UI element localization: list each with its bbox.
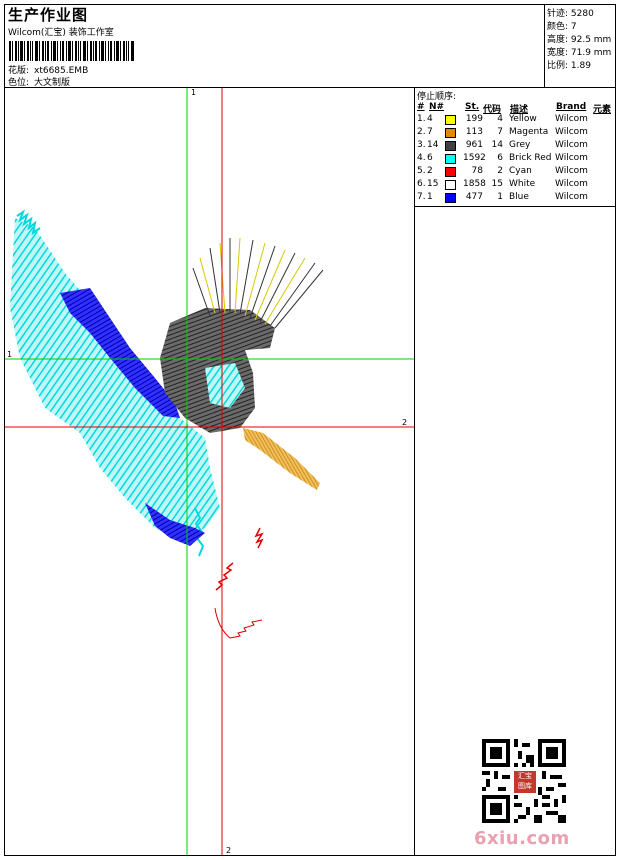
- color-swatch: [445, 115, 456, 125]
- table-row: 2. 7 113 7 Magenta Wilcom: [415, 127, 615, 140]
- table-row: 6. 15 1858 15 White Wilcom: [415, 179, 615, 192]
- red-thread-mark-1: [254, 527, 264, 549]
- cell-index: 1.: [417, 114, 426, 124]
- table-row: 1. 4 199 4 Yellow Wilcom: [415, 114, 615, 127]
- cell-n: 14: [427, 140, 439, 150]
- design-stats: 针迹: 5280 颜色: 7 高度: 92.5 mm 宽度: 71.9 mm 比…: [545, 5, 615, 88]
- stat-height: 高度: 92.5 mm: [547, 35, 612, 45]
- cell-n: 2: [427, 166, 433, 176]
- table-divider: [415, 206, 615, 207]
- embroidery-preview: [5, 88, 414, 855]
- cell-brand: Wilcom: [555, 140, 588, 150]
- cell-n: 1: [427, 192, 433, 202]
- cell-desc: Grey: [509, 140, 531, 150]
- color-swatch: [445, 167, 456, 177]
- company-name: Wilcom(汇宝) 装饰工作室: [8, 28, 114, 38]
- design-canvas[interactable]: 1 1 2 2: [5, 88, 415, 855]
- beak-orange: [243, 428, 320, 490]
- col-header-n: N#: [429, 102, 445, 112]
- col-header-stitches: St.: [465, 102, 480, 112]
- cell-code: 2: [497, 166, 503, 176]
- cell-code: 15: [491, 179, 503, 189]
- cell-index: 2.: [417, 127, 426, 137]
- cell-stitches: 477: [465, 192, 483, 202]
- cell-brand: Wilcom: [555, 127, 588, 137]
- cell-n: 6: [427, 153, 433, 163]
- stat-colors: 颜色: 7: [547, 22, 577, 32]
- colorway-label: 色位:: [8, 78, 30, 88]
- page-title: 生产作业图: [8, 6, 89, 24]
- cell-desc: Brick Red: [509, 153, 552, 163]
- cell-code: 1: [497, 192, 503, 202]
- cell-index: 3.: [417, 140, 426, 150]
- table-row: 5. 2 78 2 Cyan Wilcom: [415, 166, 615, 179]
- color-swatch: [445, 154, 456, 164]
- cell-code: 6: [497, 153, 503, 163]
- cell-brand: Wilcom: [555, 166, 588, 176]
- colorway: 色位: 大文制版: [8, 75, 70, 88]
- cell-desc: Magenta: [509, 127, 549, 137]
- cell-stitches: 113: [465, 127, 483, 137]
- cell-stitches: 1592: [463, 153, 486, 163]
- cell-n: 15: [427, 179, 439, 189]
- green-h-axis-label: 1: [7, 350, 13, 359]
- stat-ratio: 比例: 1.89: [547, 61, 591, 71]
- cell-code: 7: [497, 127, 503, 137]
- cell-brand: Wilcom: [555, 192, 588, 202]
- cell-brand: Wilcom: [555, 153, 588, 163]
- cell-n: 4: [427, 114, 433, 124]
- cell-desc: Yellow: [509, 114, 537, 124]
- stat-width: 宽度: 71.9 mm: [547, 48, 612, 58]
- qr-logo-badge: 汇宝 图库: [512, 769, 538, 795]
- cell-index: 7.: [417, 192, 426, 202]
- col-header-index: #: [417, 102, 425, 112]
- stat-stitches: 针迹: 5280: [547, 9, 594, 19]
- cell-stitches: 78: [471, 166, 483, 176]
- cell-index: 4.: [417, 153, 426, 163]
- cell-stitches: 1858: [463, 179, 486, 189]
- cell-desc: White: [509, 179, 536, 189]
- cell-code: 14: [491, 140, 503, 150]
- color-swatch: [445, 141, 456, 151]
- cell-brand: Wilcom: [555, 114, 588, 124]
- red-v-axis-label: 2: [226, 846, 232, 855]
- cell-brand: Wilcom: [555, 179, 588, 189]
- watermark-brand: 6xiu.com: [474, 828, 570, 849]
- cell-code: 4: [497, 114, 503, 124]
- barcode-image: [9, 41, 134, 61]
- green-v-axis-label: 1: [191, 88, 197, 97]
- cell-index: 6.: [417, 179, 426, 189]
- cell-desc: Blue: [509, 192, 529, 202]
- color-swatch: [445, 180, 456, 190]
- red-thread-mark-2: [215, 562, 234, 591]
- stop-sequence-panel: 停止顺序: # N# St. 代码 描述 Brand 元素 1. 4 199 4 Yel…: [415, 88, 615, 855]
- color-swatch: [445, 193, 456, 203]
- cell-desc: Cyan: [509, 166, 532, 176]
- cell-stitches: 199: [465, 114, 483, 124]
- col-header-brand: Brand: [556, 102, 587, 112]
- cell-stitches: 961: [465, 140, 483, 150]
- red-h-axis-label: 2: [402, 418, 408, 427]
- table-row: 4. 6 1592 6 Brick Red Wilcom: [415, 153, 615, 166]
- color-swatch: [445, 128, 456, 138]
- cell-index: 5.: [417, 166, 426, 176]
- cell-n: 7: [427, 127, 433, 137]
- table-row: 7. 1 477 1 Blue Wilcom: [415, 192, 615, 205]
- header-info: 生产作业图 Wilcom(汇宝) 装饰工作室 花版: xt6685.EMB 色位:…: [5, 5, 545, 88]
- table-row: 3. 14 961 14 Grey Wilcom: [415, 140, 615, 153]
- stop-sequence-title: 停止顺序:: [417, 92, 457, 102]
- colorway-value: 大文制版: [34, 78, 71, 88]
